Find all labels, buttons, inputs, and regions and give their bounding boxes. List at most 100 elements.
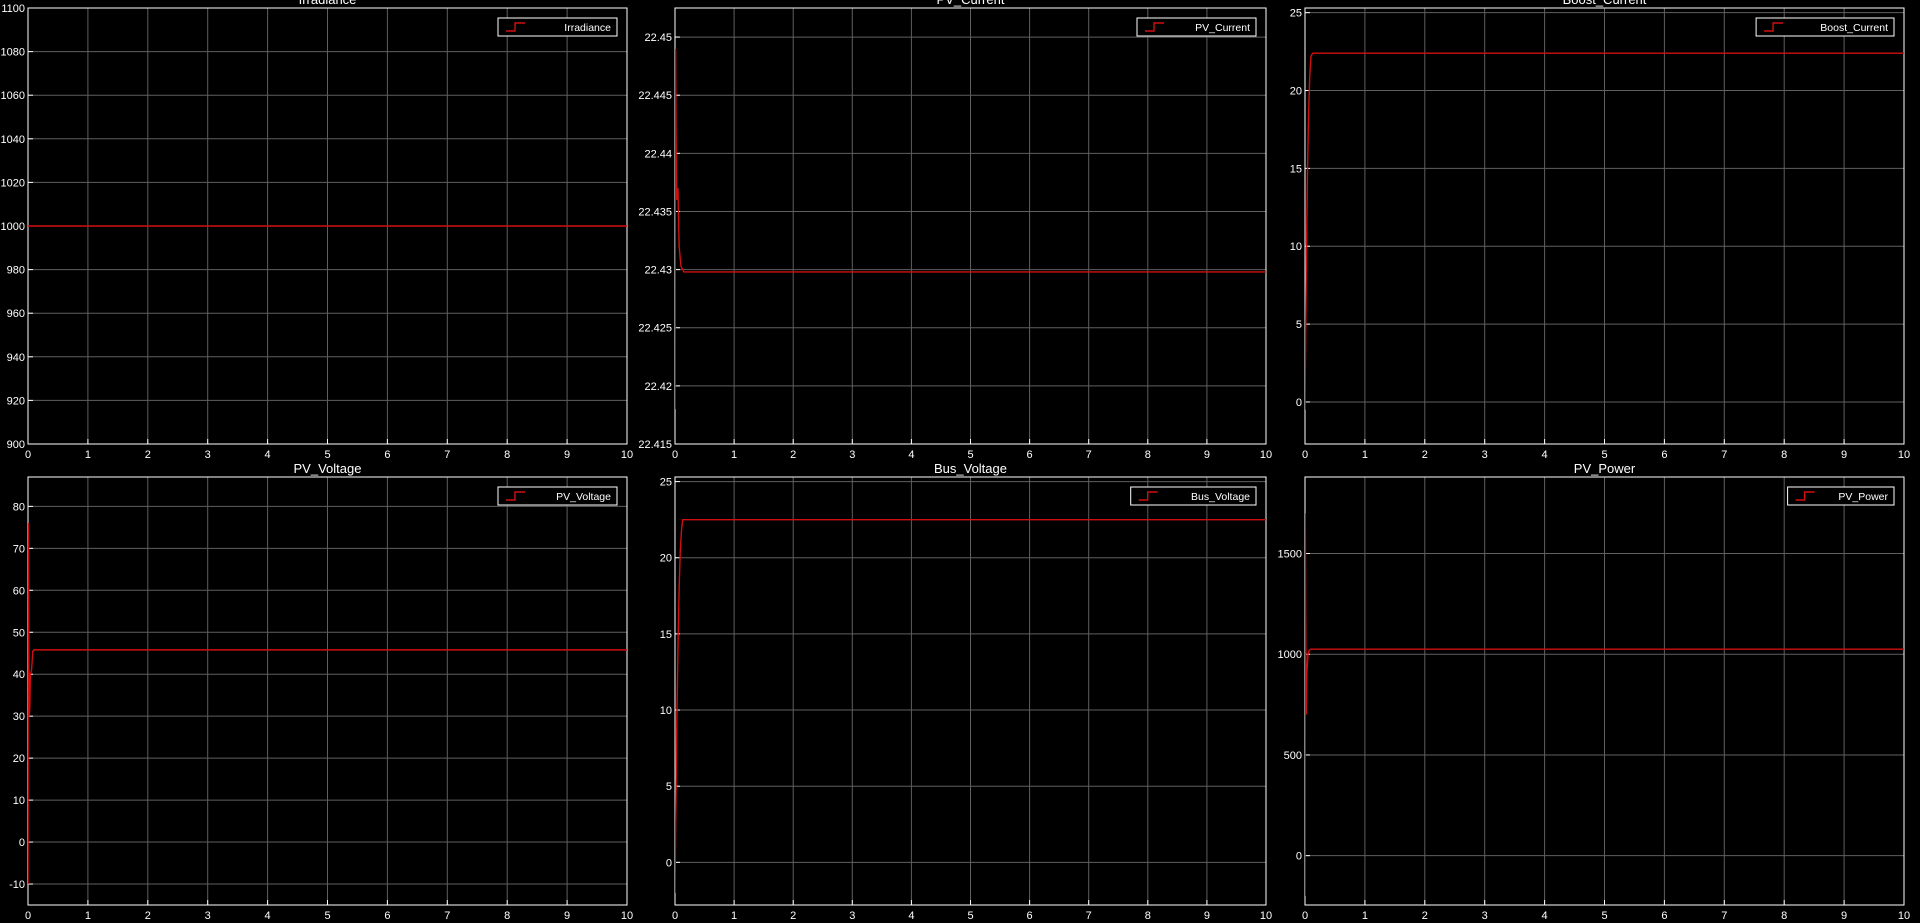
y-tick-label: 0 [666, 857, 672, 869]
x-tick-label: 8 [1145, 449, 1151, 461]
plot-title: PV_Power [1574, 461, 1636, 476]
scope-figure: 0 1 2 3 4 5 6 7 8 9 109009209409609801000102010401… [1, 0, 1911, 922]
x-tick-label: 6 [1661, 449, 1667, 461]
x-tick-label: 5 [967, 449, 973, 461]
x-tick-label: 4 [1542, 910, 1548, 922]
x-tick-label: 10 [1898, 449, 1910, 461]
x-tick-label: 9 [1841, 910, 1847, 922]
plot-title: PV_Current [937, 0, 1005, 7]
subplot-3: 0 1 2 3 4 5 6 7 8 9 10 0 5 10 15 20 25 Boost_Current Boost… [1290, 0, 1910, 461]
y-tick-label: -10 [9, 879, 25, 891]
plot-title: Boost_Current [1563, 0, 1647, 7]
x-tick-label: 9 [564, 449, 570, 461]
y-tick-label: 900 [7, 439, 25, 451]
legend-label: PV_Current [1195, 22, 1250, 34]
y-tick-label: 980 [7, 265, 25, 277]
x-tick-label: 1 [731, 910, 737, 922]
x-tick-label: 7 [1721, 910, 1727, 922]
y-tick-label: 25 [1290, 8, 1302, 20]
y-tick-label: 25 [660, 477, 672, 489]
x-tick-label: 0 [25, 449, 31, 461]
x-tick-label: 5 [324, 449, 330, 461]
subplot-5: 0 1 2 3 4 5 6 7 8 9 10 0 5 10 15 20 25 Bus_Voltage Bus_Vol… [660, 461, 1272, 922]
x-tick-label: 6 [384, 449, 390, 461]
y-tick-label: 22.425 [638, 323, 672, 335]
x-tick-label: 1 [1362, 449, 1368, 461]
x-tick-label: 7 [444, 449, 450, 461]
x-tick-label: 7 [444, 910, 450, 922]
x-tick-label: 5 [1601, 449, 1607, 461]
x-tick-label: 4 [908, 449, 914, 461]
y-tick-label: 0 [1296, 397, 1302, 409]
x-tick-label: 10 [1898, 910, 1910, 922]
y-tick-label: 1500 [1278, 549, 1302, 561]
y-tick-label: 1020 [1, 177, 25, 189]
x-tick-label: 8 [1145, 910, 1151, 922]
y-tick-label: 22.415 [638, 439, 672, 451]
x-tick-label: 3 [1482, 910, 1488, 922]
y-tick-label: 10 [1290, 241, 1302, 253]
x-tick-label: 5 [324, 910, 330, 922]
y-tick-label: 40 [13, 669, 25, 681]
y-tick-label: 1040 [1, 134, 25, 146]
x-tick-label: 2 [1422, 910, 1428, 922]
y-tick-label: 30 [13, 711, 25, 723]
x-tick-label: 7 [1086, 910, 1092, 922]
y-tick-label: 5 [666, 781, 672, 793]
x-tick-label: 3 [849, 449, 855, 461]
x-tick-label: 8 [1781, 449, 1787, 461]
x-tick-label: 0 [672, 449, 678, 461]
y-tick-label: 22.435 [638, 206, 672, 218]
y-tick-label: 10 [660, 705, 672, 717]
x-tick-label: 2 [1422, 449, 1428, 461]
y-tick-label: 1100 [1, 3, 25, 15]
x-tick-label: 6 [1027, 910, 1033, 922]
y-tick-label: 22.445 [638, 90, 672, 102]
y-tick-label: 20 [660, 553, 672, 565]
subplot-2: 0 1 2 3 4 5 6 7 8 9 10 22.415 22.42 22.425 22.43 22.435… [638, 0, 1272, 461]
y-tick-label: 22.43 [644, 265, 672, 277]
y-tick-label: 0 [1296, 851, 1302, 863]
y-tick-label: 20 [13, 753, 25, 765]
x-tick-label: 3 [205, 449, 211, 461]
x-tick-label: 5 [1601, 910, 1607, 922]
y-tick-label: 80 [13, 501, 25, 513]
x-tick-label: 7 [1721, 449, 1727, 461]
x-tick-label: 6 [1661, 910, 1667, 922]
x-tick-label: 0 [25, 910, 31, 922]
y-tick-label: 1080 [1, 47, 25, 59]
y-tick-label: 920 [7, 395, 25, 407]
x-tick-label: 7 [1086, 449, 1092, 461]
x-tick-label: 8 [504, 910, 510, 922]
x-tick-label: 3 [205, 910, 211, 922]
x-tick-label: 0 [1302, 910, 1308, 922]
x-tick-label: 6 [384, 910, 390, 922]
y-tick-label: 0 [19, 837, 25, 849]
y-tick-label: 22.44 [644, 148, 672, 160]
x-tick-label: 8 [504, 449, 510, 461]
x-tick-label: 1 [1362, 910, 1368, 922]
x-tick-label: 0 [672, 910, 678, 922]
x-tick-label: 1 [85, 910, 91, 922]
x-tick-label: 3 [849, 910, 855, 922]
x-tick-label: 3 [1482, 449, 1488, 461]
subplot-4: 0 1 2 3 4 5 6 7 8 9 10 -10 0 10 20 30 40 50 60 70 80 PV_Volta… [9, 461, 633, 922]
y-tick-label: 60 [13, 585, 25, 597]
y-tick-label: 1060 [1, 90, 25, 102]
y-tick-label: 10 [13, 795, 25, 807]
legend-label: Irradiance [564, 22, 611, 34]
x-tick-label: 9 [1204, 449, 1210, 461]
y-tick-label: 15 [660, 629, 672, 641]
legend-label: PV_Voltage [556, 491, 611, 503]
plot-title: Bus_Voltage [934, 461, 1007, 476]
x-tick-label: 2 [145, 449, 151, 461]
x-tick-label: 4 [1542, 449, 1548, 461]
y-tick-label: 940 [7, 352, 25, 364]
y-tick-label: 5 [1296, 319, 1302, 331]
subplot-6: 0 1 2 3 4 5 6 7 8 9 10 0 500 1000 1500 PV_Power PV_Power [1278, 461, 1911, 922]
x-tick-label: 2 [145, 910, 151, 922]
x-tick-label: 10 [1260, 910, 1272, 922]
x-tick-label: 10 [621, 910, 633, 922]
y-tick-label: 22.45 [644, 32, 672, 44]
y-tick-label: 50 [13, 627, 25, 639]
